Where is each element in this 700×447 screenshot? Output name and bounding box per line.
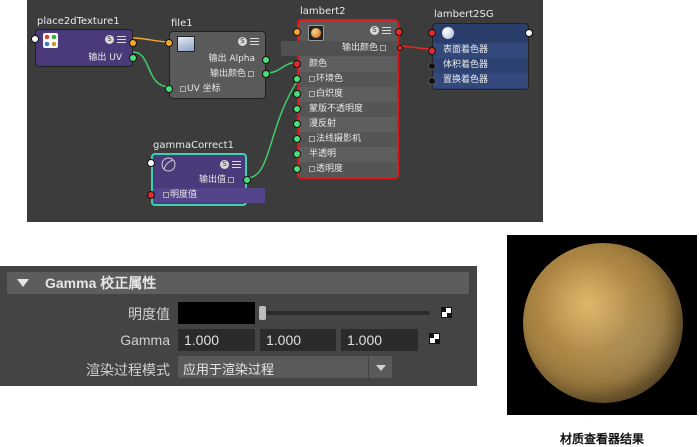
attribute-editor-panel: Gamma 校正属性 明度值 Gamma 1.000 1.000 1.000 渲… (0, 266, 477, 386)
swatch-toggle-icon[interactable]: S (370, 26, 379, 35)
lambert-attribute-list: 颜色 环境色 白炽度 蒙版不透明度 漫反射 法线摄影机 半透明 透明度 (299, 57, 397, 177)
node-title-place2d: place2dTexture1 (37, 16, 120, 27)
node-place2dtexture[interactable]: S 输出 UV (31, 29, 137, 67)
node-title-gamma: gammaCorrect1 (153, 140, 234, 151)
gamma-curve-icon (161, 157, 176, 172)
port-in-matte-opacity[interactable] (293, 105, 301, 113)
chevron-down-icon (376, 365, 386, 371)
port-in-lambert[interactable] (293, 28, 301, 36)
sg-surface-shader[interactable]: 表面着色器 (433, 43, 528, 58)
port-in-value[interactable] (147, 191, 155, 199)
node-title-file: file1 (171, 18, 193, 29)
port-out-lambert-color[interactable] (397, 45, 403, 51)
lambert-attr-color[interactable]: 颜色 (299, 57, 397, 72)
place2d-icon (43, 33, 58, 48)
port-in-transparency[interactable] (293, 165, 301, 173)
render-mode-label: 渲染过程模式 (86, 362, 170, 378)
port-in-displacement[interactable] (428, 77, 436, 85)
port-out-lambert[interactable] (395, 28, 403, 36)
port-in-volume[interactable] (428, 62, 436, 70)
file-thumbnail-icon (177, 36, 195, 52)
material-preview-sphere (523, 243, 683, 403)
collapse-arrow-icon[interactable] (17, 279, 29, 287)
port-in-color[interactable] (293, 60, 301, 68)
attribute-list-icon[interactable] (232, 160, 241, 169)
output-alpha-label: 输出 Alpha (208, 54, 255, 64)
value-slider-track[interactable] (262, 311, 430, 315)
port-out-color[interactable] (262, 70, 270, 78)
node-editor[interactable]: place2dTexture1 S 输出 UV file1 S 输出 Alpha… (27, 0, 543, 222)
sg-volume-shader[interactable]: 体积着色器 (433, 58, 528, 73)
sg-shader-list: 表面着色器 体积着色器 置换着色器 (433, 43, 528, 88)
node-title-sg: lambert2SG (434, 9, 494, 20)
node-gamma-correct[interactable]: S 输出值 明度值 (147, 153, 265, 206)
render-mode-dropdown[interactable]: 应用于渲染过程 (178, 356, 392, 378)
port-in-gamma[interactable] (147, 159, 155, 167)
port-out-gamma[interactable] (243, 176, 251, 184)
node-title-lambert: lambert2 (300, 6, 346, 17)
material-viewer[interactable] (507, 235, 697, 415)
section-title: Gamma 校正属性 (45, 275, 157, 291)
gamma-field-g[interactable]: 1.000 (260, 329, 336, 351)
gamma-output-label: 输出值 (133, 173, 245, 188)
port-in-place2d[interactable] (31, 35, 39, 43)
node-lambert[interactable]: S 输出颜色 颜色 环境色 白炽度 蒙版不透明度 漫反射 法线摄影机 半透明 透… (281, 19, 403, 179)
value-slider-handle[interactable] (259, 306, 266, 320)
lambert-output-color-label: 输出颜色 (281, 41, 397, 56)
uv-coord-label: UV 坐标 (170, 82, 285, 97)
node-file[interactable]: S 输出 Alpha 输出颜色 UV 坐标 (165, 31, 270, 99)
port-out-uv[interactable] (129, 54, 137, 62)
port-out-place2d[interactable] (129, 39, 137, 47)
output-uv-label: 输出 UV (88, 53, 122, 63)
section-header-gamma[interactable]: Gamma 校正属性 (7, 272, 469, 294)
port-in-ambient[interactable] (293, 75, 301, 83)
lambert-sphere-icon (308, 25, 324, 41)
port-in-surface[interactable] (428, 47, 436, 55)
port-in-diffuse[interactable] (293, 120, 301, 128)
lambert-attr-transparency[interactable]: 透明度 (299, 162, 397, 177)
node-shading-group[interactable]: 表面着色器 体积着色器 置换着色器 (428, 23, 533, 90)
port-in-incandescence[interactable] (293, 90, 301, 98)
lambert-attr-diffuse[interactable]: 漫反射 (299, 117, 397, 132)
lambert-attr-normal-camera[interactable]: 法线摄影机 (299, 132, 397, 147)
swatch-toggle-icon[interactable]: S (238, 37, 247, 46)
port-out-alpha[interactable] (262, 56, 270, 64)
output-color-label: 输出颜色 (150, 67, 265, 82)
port-in-normal-camera[interactable] (293, 135, 301, 143)
render-mode-value: 应用于渲染过程 (183, 363, 275, 378)
gamma-value-label: 明度值 (153, 188, 265, 203)
sg-displacement-shader[interactable]: 置换着色器 (433, 73, 528, 88)
lambert-attr-translucence[interactable]: 半透明 (299, 147, 397, 162)
lambert-attr-matte-opacity[interactable]: 蒙版不透明度 (299, 102, 397, 117)
swatch-toggle-icon[interactable]: S (105, 35, 114, 44)
port-in-sg[interactable] (428, 29, 436, 37)
gamma-field-r[interactable]: 1.000 (178, 329, 255, 351)
attribute-list-icon[interactable] (382, 26, 391, 35)
port-out-sg[interactable] (525, 29, 533, 37)
map-button-value-icon[interactable] (441, 307, 452, 318)
port-in-uv[interactable] (165, 85, 173, 93)
gamma-field-b[interactable]: 1.000 (341, 329, 418, 351)
map-button-gamma-icon[interactable] (429, 333, 440, 344)
port-in-file[interactable] (165, 39, 173, 47)
gamma-label: Gamma (120, 332, 170, 348)
value-color-swatch[interactable] (178, 302, 255, 324)
shading-group-icon (442, 27, 454, 39)
attribute-list-icon[interactable] (250, 37, 259, 46)
port-in-translucence[interactable] (293, 150, 301, 158)
viewer-caption: 材质查看器结果 (559, 432, 644, 446)
attribute-list-icon[interactable] (117, 35, 126, 44)
lambert-attr-incandescence[interactable]: 白炽度 (299, 87, 397, 102)
value-label: 明度值 (128, 306, 170, 322)
dropdown-divider (368, 356, 369, 378)
lambert-attr-ambient[interactable]: 环境色 (299, 72, 397, 87)
swatch-toggle-icon[interactable]: S (220, 160, 229, 169)
